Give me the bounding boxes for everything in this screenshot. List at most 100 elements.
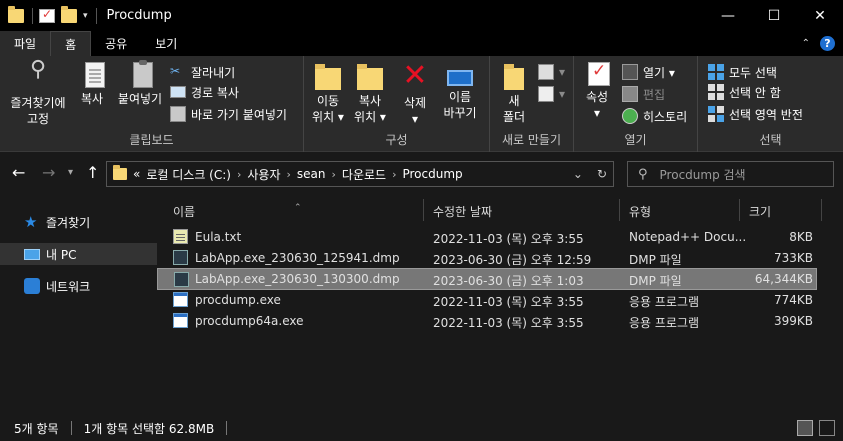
- breadcrumb-separator-icon[interactable]: ›: [287, 168, 291, 181]
- search-icon: ⚲: [638, 166, 648, 182]
- tab-file[interactable]: 파일: [0, 31, 51, 56]
- delete-icon: ✕: [402, 58, 428, 93]
- properties-button[interactable]: ✓ 속성 ▾: [582, 62, 612, 121]
- file-date: 2023-06-30 (금) 오후 12:59: [433, 253, 592, 267]
- scissors-icon: ✂: [170, 64, 181, 78]
- file-row-selected[interactable]: LabApp.exe_230630_130300.dmp 2023-06-30 …: [157, 268, 817, 290]
- new-group: 새 폴더 ▾ ▾ 새로 만들기: [490, 56, 574, 152]
- copy-to-button[interactable]: 복사 위치 ▾: [352, 62, 388, 125]
- properties-icon[interactable]: [39, 7, 55, 23]
- details-view-icon[interactable]: [797, 420, 813, 436]
- breadcrumb-separator-icon[interactable]: ›: [392, 168, 396, 181]
- history-label: 히스토리: [643, 109, 688, 124]
- new-folder-icon[interactable]: [61, 5, 77, 23]
- easy-access-button[interactable]: ▾: [538, 84, 565, 104]
- tab-share[interactable]: 공유: [91, 31, 141, 56]
- edit-icon: [622, 86, 638, 102]
- file-date: 2022-11-03 (목) 오후 3:55: [433, 232, 584, 246]
- customize-toolbar-chevron-icon[interactable]: ▾: [83, 11, 88, 21]
- title-bar: ▾ Procdump — ☐ ✕: [0, 0, 843, 31]
- tab-home[interactable]: 홈: [50, 31, 92, 56]
- file-name: LabApp.exe_230630_125941.dmp: [195, 251, 400, 265]
- cut-label: 잘라내기: [191, 65, 236, 80]
- paste-button[interactable]: 붙여넣기: [114, 60, 166, 107]
- file-row[interactable]: Eula.txt 2022-11-03 (목) 오후 3:55 Notepad+…: [157, 226, 817, 248]
- address-history-chevron-icon[interactable]: ⌄: [573, 167, 583, 181]
- column-divider[interactable]: [739, 199, 740, 221]
- maximize-button[interactable]: ☐: [751, 0, 797, 31]
- easy-access-icon: [538, 86, 554, 102]
- breadcrumb-overflow[interactable]: «: [133, 167, 140, 181]
- forward-arrow-icon[interactable]: →: [42, 163, 55, 182]
- refresh-icon[interactable]: ↻: [597, 167, 607, 181]
- exe-file-icon: [173, 313, 188, 328]
- file-row[interactable]: procdump64a.exe 2022-11-03 (목) 오후 3:55 응…: [157, 310, 817, 332]
- column-divider[interactable]: [821, 199, 822, 221]
- close-button[interactable]: ✕: [797, 0, 843, 31]
- new-item-button[interactable]: ▾: [538, 62, 565, 82]
- select-group: 모두 선택 선택 안 함 선택 영역 반전 선택: [698, 56, 843, 152]
- nav-item-this-pc[interactable]: 내 PC: [0, 243, 157, 265]
- organize-group-label: 구성: [385, 133, 408, 147]
- copy-button[interactable]: 복사: [76, 62, 108, 107]
- breadcrumb-procdump[interactable]: Procdump: [402, 167, 462, 181]
- recent-locations-chevron-icon[interactable]: ▾: [68, 167, 73, 178]
- folder-icon: [8, 5, 24, 23]
- help-icon[interactable]: ?: [820, 36, 835, 51]
- pin-label: 즐겨찾기에 고정: [10, 96, 66, 126]
- select-all-button[interactable]: 모두 선택: [708, 62, 777, 82]
- back-arrow-icon[interactable]: ←: [12, 163, 25, 182]
- select-group-label: 선택: [759, 133, 782, 147]
- breadcrumb-separator-icon[interactable]: ›: [332, 168, 336, 181]
- file-size: 399KB: [773, 314, 813, 328]
- new-folder-button[interactable]: 새 폴더: [500, 62, 528, 125]
- breadcrumb-sean[interactable]: sean: [297, 167, 326, 181]
- pin-icon: ⚲: [29, 57, 47, 82]
- copy-path-button[interactable]: 경로 복사: [170, 82, 239, 102]
- open-label: 열기 ▾: [643, 65, 675, 80]
- quick-access-toolbar: ▾: [0, 0, 103, 31]
- nav-item-network[interactable]: 네트워크: [0, 275, 157, 297]
- edit-button[interactable]: 편집: [622, 84, 665, 104]
- move-to-label: 이동 위치 ▾: [312, 94, 344, 124]
- column-divider[interactable]: [619, 199, 620, 221]
- invert-selection-button[interactable]: 선택 영역 반전: [708, 104, 803, 124]
- open-group-label: 열기: [624, 133, 647, 147]
- paste-shortcut-button[interactable]: 바로 가기 붙여넣기: [170, 104, 287, 124]
- up-arrow-icon[interactable]: ↑: [86, 163, 99, 182]
- move-to-button[interactable]: 이동 위치 ▾: [310, 62, 346, 125]
- rename-button[interactable]: 이름 바꾸기: [440, 62, 480, 121]
- column-header-size[interactable]: 크기: [749, 203, 771, 220]
- status-bar: 5개 항목 1개 항목 선택함 62.8MB: [0, 415, 843, 441]
- column-header-type[interactable]: 유형: [629, 203, 651, 220]
- clipboard-group: ⚲ 즐겨찾기에 고정 복사 붙여넣기 ✂ 잘라내기 경로 복사 바로 가기 붙여…: [0, 56, 304, 152]
- copy-label: 복사: [80, 92, 104, 106]
- search-box[interactable]: ⚲ Procdump 검색: [627, 161, 834, 187]
- cut-button[interactable]: ✂ 잘라내기: [170, 62, 235, 82]
- tab-view[interactable]: 보기: [141, 31, 191, 56]
- address-bar[interactable]: « 로컬 디스크 (C:) › 사용자 › sean › 다운로드 › Proc…: [106, 161, 614, 187]
- nav-item-quick-access[interactable]: ★ 즐겨찾기: [0, 211, 157, 233]
- file-row[interactable]: procdump.exe 2022-11-03 (목) 오후 3:55 응용 프…: [157, 289, 817, 311]
- toolbar-divider: [95, 7, 97, 24]
- file-row[interactable]: LabApp.exe_230630_125941.dmp 2023-06-30 …: [157, 247, 817, 269]
- breadcrumb-local-disk[interactable]: 로컬 디스크 (C:): [146, 166, 231, 183]
- column-header-name[interactable]: 이름: [173, 203, 195, 220]
- select-none-button[interactable]: 선택 안 함: [708, 82, 781, 102]
- breadcrumb-downloads[interactable]: 다운로드: [342, 166, 386, 183]
- copy-path-label: 경로 복사: [191, 85, 239, 100]
- select-all-icon: [708, 64, 724, 80]
- breadcrumb-separator-icon[interactable]: ›: [237, 168, 241, 181]
- copy-to-icon: [357, 64, 383, 90]
- open-button[interactable]: 열기 ▾: [622, 62, 675, 82]
- column-divider[interactable]: [423, 199, 424, 221]
- minimize-button[interactable]: —: [705, 0, 751, 31]
- navigation-pane: ★ 즐겨찾기 내 PC 네트워크: [0, 193, 157, 415]
- large-icons-view-icon[interactable]: [819, 420, 835, 436]
- delete-button[interactable]: ✕ 삭제 ▾: [400, 58, 430, 127]
- collapse-ribbon-chevron-icon[interactable]: ⌃: [802, 38, 810, 49]
- history-button[interactable]: 히스토리: [622, 106, 687, 126]
- breadcrumb-users[interactable]: 사용자: [247, 166, 280, 183]
- pin-to-quick-access-button[interactable]: ⚲ 즐겨찾기에 고정: [6, 57, 70, 127]
- column-header-date[interactable]: 수정한 날짜: [433, 203, 492, 220]
